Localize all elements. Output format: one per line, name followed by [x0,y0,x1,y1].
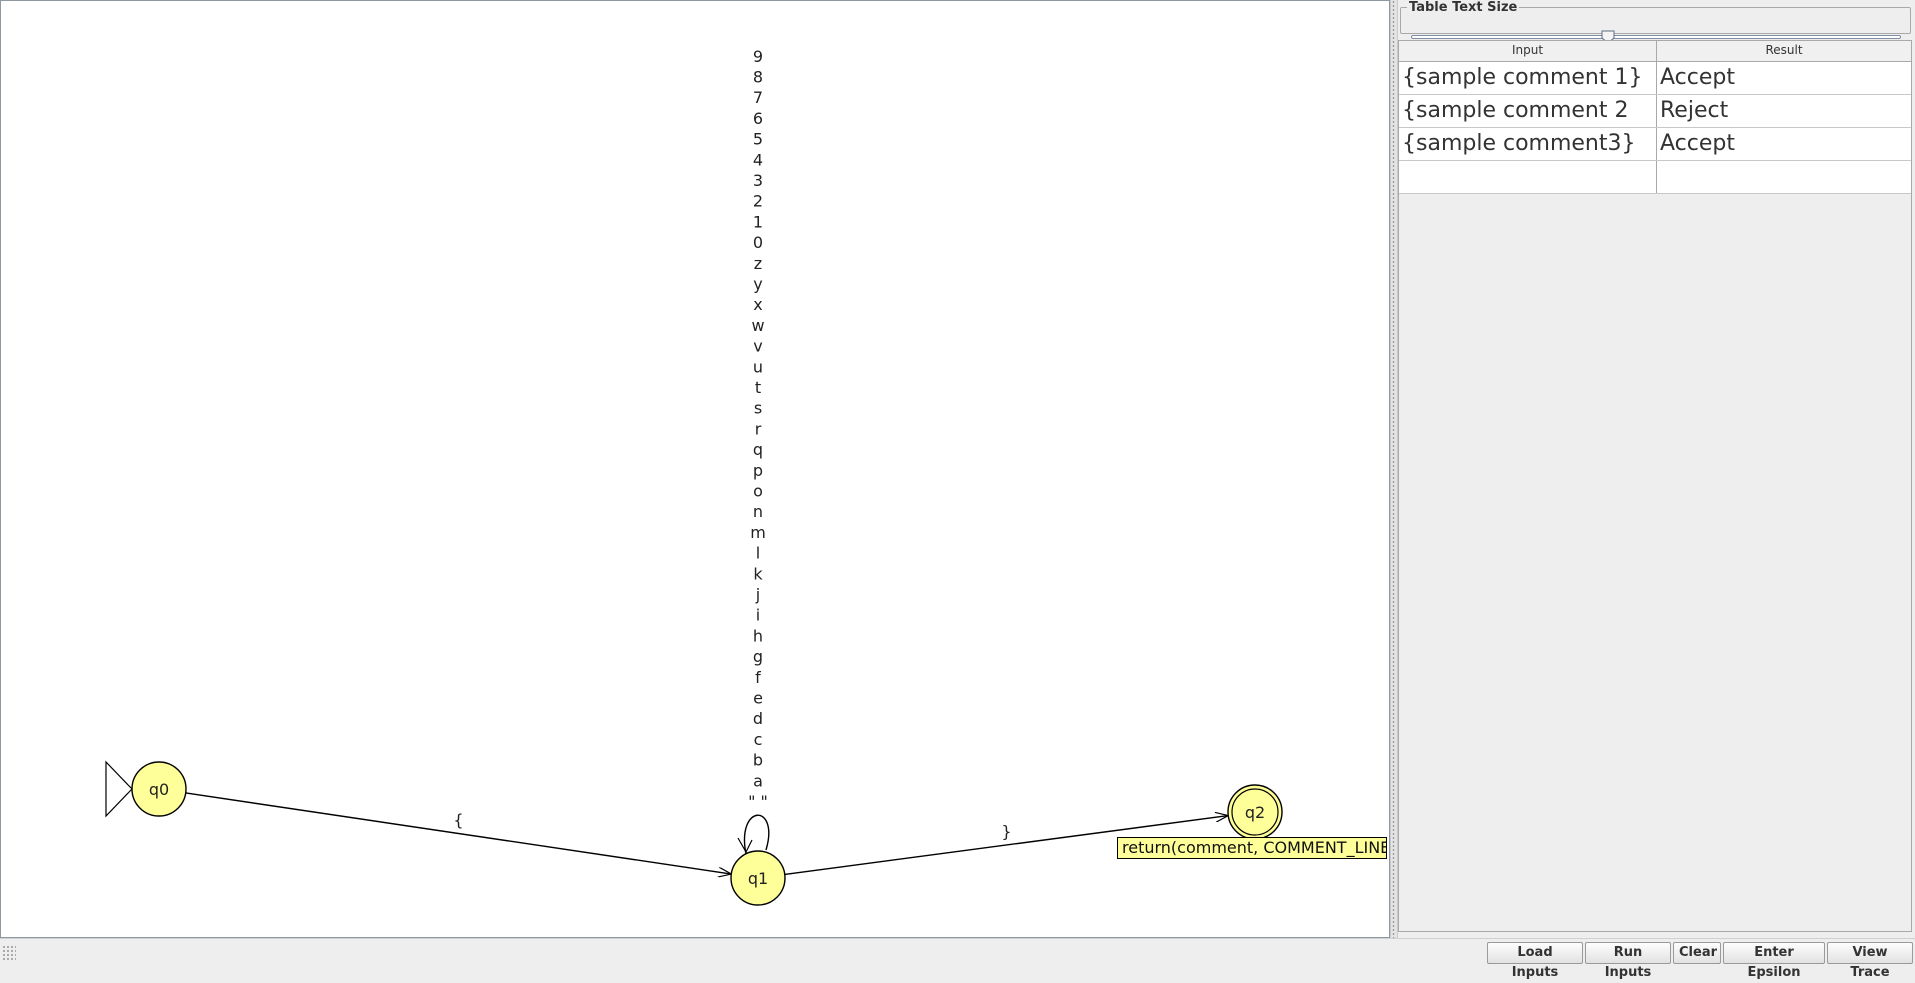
loop-symbol-label: i [756,606,760,625]
loop-symbol-label: n [753,502,763,521]
resize-grip-icon[interactable] [2,945,16,961]
loop-symbol-label: e [753,689,763,708]
column-header-result[interactable]: Result [1657,41,1911,61]
loop-symbol-label: 7 [753,88,763,107]
loop-symbol-label: 1 [753,212,763,231]
transition-q0-q1[interactable] [185,792,732,874]
loop-symbol-label: m [750,523,766,542]
load-inputs-button[interactable]: Load Inputs [1487,942,1583,980]
clear-button[interactable]: Clear [1673,942,1721,964]
loop-symbol-label: 4 [753,150,763,169]
loop-symbol-label: w [751,316,764,335]
divider-grip-icon [1392,0,1395,938]
loop-symbol-label: k [753,564,763,583]
loop-symbol-label: d [753,709,763,728]
loop-symbol-label: u [753,357,763,376]
state-label: q2 [1245,803,1265,822]
loop-symbol-label: " " [748,792,768,811]
transition-label: } [1001,822,1011,841]
table-row[interactable]: {sample comment 1} Accept [1399,62,1911,95]
loop-symbol-label: 3 [753,171,763,190]
result-cell: Reject [1660,98,1729,123]
loop-symbol-label: g [753,647,763,666]
table-text-size-track[interactable] [1411,35,1901,39]
loop-symbol-label: c [754,730,763,749]
input-cell[interactable] [1399,161,1657,193]
state-label: q1 [748,869,768,888]
loop-symbol-label: r [755,419,762,438]
bottom-toolbar: Load Inputs Run Inputs Clear Enter Epsil… [0,938,1915,980]
initial-state-arrow [105,760,133,818]
loop-symbol-label: 5 [753,130,763,149]
result-cell: Accept [1660,65,1735,90]
table-text-size-group: Table Text Size [1400,0,1911,44]
loop-symbol-label: 2 [753,192,763,211]
table-row[interactable]: {sample comment3} Accept [1399,128,1911,161]
input-cell[interactable]: {sample comment 2 [1399,95,1657,127]
automaton-diagram[interactable]: {} 9 87 6 54 3 21 0 zyxwvutsrqponmlkjihgfedcba " … [1,1,1391,939]
loop-symbol-label: j [755,585,760,604]
loop-symbol-label: v [753,337,762,356]
result-cell: Accept [1660,131,1735,156]
loop-symbol-label: a [753,771,763,790]
loop-symbol-label: l [756,544,760,563]
loop-symbol-label: 6 [753,109,763,128]
table-row[interactable] [1399,161,1911,194]
state-label: q0 [149,780,169,799]
automaton-canvas[interactable]: {} 9 8 7 6 5 4 3 2 1 0 z y x w v u t s r q p o n m l k j i h g f e d c b a " … [0,0,1390,938]
input-cell[interactable]: {sample comment 1} [1399,62,1657,94]
input-cell[interactable]: {sample comment3} [1399,128,1657,160]
loop-symbol-label: 8 [753,68,763,87]
state-note-q2: return(comment, COMMENT_LINE [1117,837,1387,859]
loop-symbol-label: b [753,751,763,770]
loop-symbol-label: 9 [753,47,763,66]
loop-symbol-label: f [755,668,761,687]
table-text-size-title: Table Text Size [1409,0,1518,15]
loop-symbol-label: p [753,461,763,480]
loop-symbol-label: o [753,482,763,501]
loop-symbol-label: 0 [753,233,763,252]
loop-symbol-label: t [755,378,761,397]
input-panel: Table Text Size Input Result {sample com… [1398,0,1915,938]
loop-symbol-label: h [753,626,763,645]
loop-symbol-label: x [753,295,762,314]
column-header-input[interactable]: Input [1399,41,1657,61]
loop-symbol-label: q [753,440,763,459]
enter-epsilon-button[interactable]: Enter Epsilon [1723,942,1825,980]
view-trace-button[interactable]: View Trace [1827,942,1913,980]
inputs-table: Input Result {sample comment 1} Accept {… [1398,40,1912,932]
loop-symbol-label: y [753,275,762,294]
loop-symbol-label: z [754,254,762,273]
run-inputs-button[interactable]: Run Inputs [1585,942,1671,980]
transition-label: { [453,811,463,830]
table-row[interactable]: {sample comment 2 Reject [1399,95,1911,128]
loop-symbol-label: s [754,399,762,418]
table-header: Input Result [1399,41,1911,62]
result-cell [1657,161,1911,193]
